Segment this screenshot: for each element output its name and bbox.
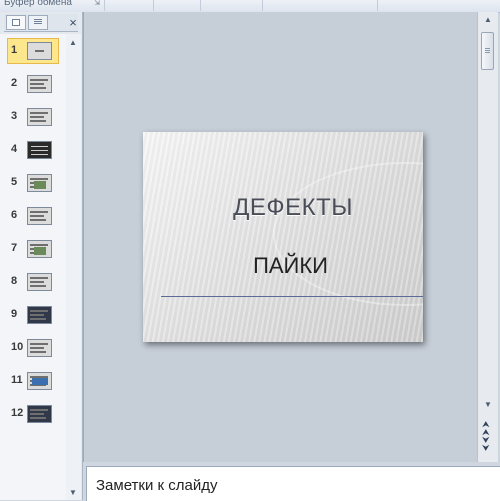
slide-thumbnail-image bbox=[27, 240, 52, 258]
slide-subtitle[interactable]: ПАЙКИ bbox=[143, 253, 423, 279]
slide-thumbnail[interactable]: 8 bbox=[7, 269, 59, 295]
slide-thumbnail[interactable]: 2 bbox=[7, 71, 59, 97]
slide-thumbnail-image bbox=[27, 207, 52, 225]
close-icon[interactable]: × bbox=[66, 15, 80, 30]
slide-thumbnail[interactable]: 10 bbox=[7, 335, 59, 361]
slide-thumbnail[interactable]: 9 bbox=[7, 302, 59, 328]
slide-title[interactable]: ДЕФЕКТЫ bbox=[143, 194, 423, 222]
slide-thumbnail-image bbox=[27, 273, 52, 291]
slide-thumbnail-image bbox=[27, 108, 52, 126]
next-slide-icon[interactable]: ⮟ ⮟ bbox=[482, 436, 490, 453]
slide-thumbnail-list: 1 2 3 4 5 6 7 8 9 10 11 12 bbox=[0, 34, 67, 500]
slide-number: 1 bbox=[11, 44, 18, 56]
slide-number: 11 bbox=[11, 374, 23, 386]
ribbon-divider bbox=[200, 0, 201, 11]
outline-tab-icon bbox=[34, 19, 42, 26]
slide-number: 6 bbox=[11, 209, 18, 221]
slide-thumbnail-image bbox=[27, 174, 52, 192]
ribbon-divider bbox=[377, 0, 378, 11]
slide-number: 4 bbox=[11, 143, 18, 155]
slide-scrollbar[interactable]: ▲ ▼ ⮝ ⮝ ⮟ ⮟ bbox=[477, 12, 498, 462]
slide-editing-area: ДЕФЕКТЫ ПАЙКИ bbox=[83, 12, 478, 462]
scroll-up-icon[interactable]: ▲ bbox=[69, 38, 77, 47]
slide-thumbnail-image bbox=[27, 75, 52, 93]
dialog-launcher-icon[interactable]: ⇲ bbox=[93, 0, 101, 8]
notes-placeholder[interactable]: Заметки к слайду bbox=[96, 477, 218, 494]
scrollbar-thumb[interactable] bbox=[481, 32, 494, 70]
slide-thumbnail[interactable]: 3 bbox=[7, 104, 59, 130]
scroll-down-icon[interactable]: ▼ bbox=[69, 488, 77, 497]
slide-thumbnail[interactable]: 7 bbox=[7, 236, 59, 262]
slide-thumbnail[interactable]: 5 bbox=[7, 170, 59, 196]
scroll-up-icon[interactable]: ▲ bbox=[484, 15, 492, 24]
slide-thumbnail[interactable]: 12 bbox=[7, 401, 59, 427]
ribbon-divider bbox=[153, 0, 154, 11]
slide-thumbnail-image bbox=[27, 306, 52, 324]
thumbnail-scrollbar[interactable]: ▲ ▼ bbox=[66, 34, 81, 500]
slide-thumbnail[interactable]: 6 bbox=[7, 203, 59, 229]
slide-thumbnail[interactable]: 11 bbox=[7, 368, 59, 394]
ribbon-divider bbox=[104, 0, 105, 11]
slide-number: 3 bbox=[11, 110, 18, 122]
slide-number: 12 bbox=[11, 407, 24, 419]
scroll-down-icon[interactable]: ▼ bbox=[484, 400, 492, 409]
slide-number: 5 bbox=[11, 176, 18, 188]
current-slide[interactable]: ДЕФЕКТЫ ПАЙКИ bbox=[143, 132, 423, 342]
notes-pane[interactable]: Заметки к слайду bbox=[86, 466, 500, 501]
slide-number: 8 bbox=[11, 275, 18, 287]
slide-number: 2 bbox=[11, 77, 18, 89]
slide-thumbnail-image bbox=[27, 405, 52, 423]
slide-thumbnail[interactable]: 1 bbox=[7, 38, 59, 64]
slide-thumbnail-image bbox=[27, 42, 52, 60]
slide-thumbnail-image bbox=[27, 372, 52, 390]
slide-thumbnail-image bbox=[27, 339, 52, 357]
ribbon-divider bbox=[262, 0, 263, 11]
clipboard-group-label: Буфер обмена bbox=[4, 0, 72, 8]
previous-slide-icon[interactable]: ⮝ ⮝ bbox=[482, 420, 490, 437]
pane-tabs: × bbox=[4, 14, 78, 32]
slide-divider-line bbox=[161, 296, 423, 297]
slides-pane: × 1 2 3 4 5 6 7 8 9 10 11 12 ▲ ▼ bbox=[0, 12, 83, 500]
slide-number: 10 bbox=[11, 341, 24, 353]
slide-number: 9 bbox=[11, 308, 18, 320]
tab-outline[interactable] bbox=[28, 15, 48, 30]
slide-thumbnail-image bbox=[27, 141, 52, 159]
slide-thumbnail[interactable]: 4 bbox=[7, 137, 59, 163]
tab-slides[interactable] bbox=[6, 15, 26, 30]
slides-tab-icon bbox=[12, 19, 20, 26]
slide-number: 7 bbox=[11, 242, 18, 254]
